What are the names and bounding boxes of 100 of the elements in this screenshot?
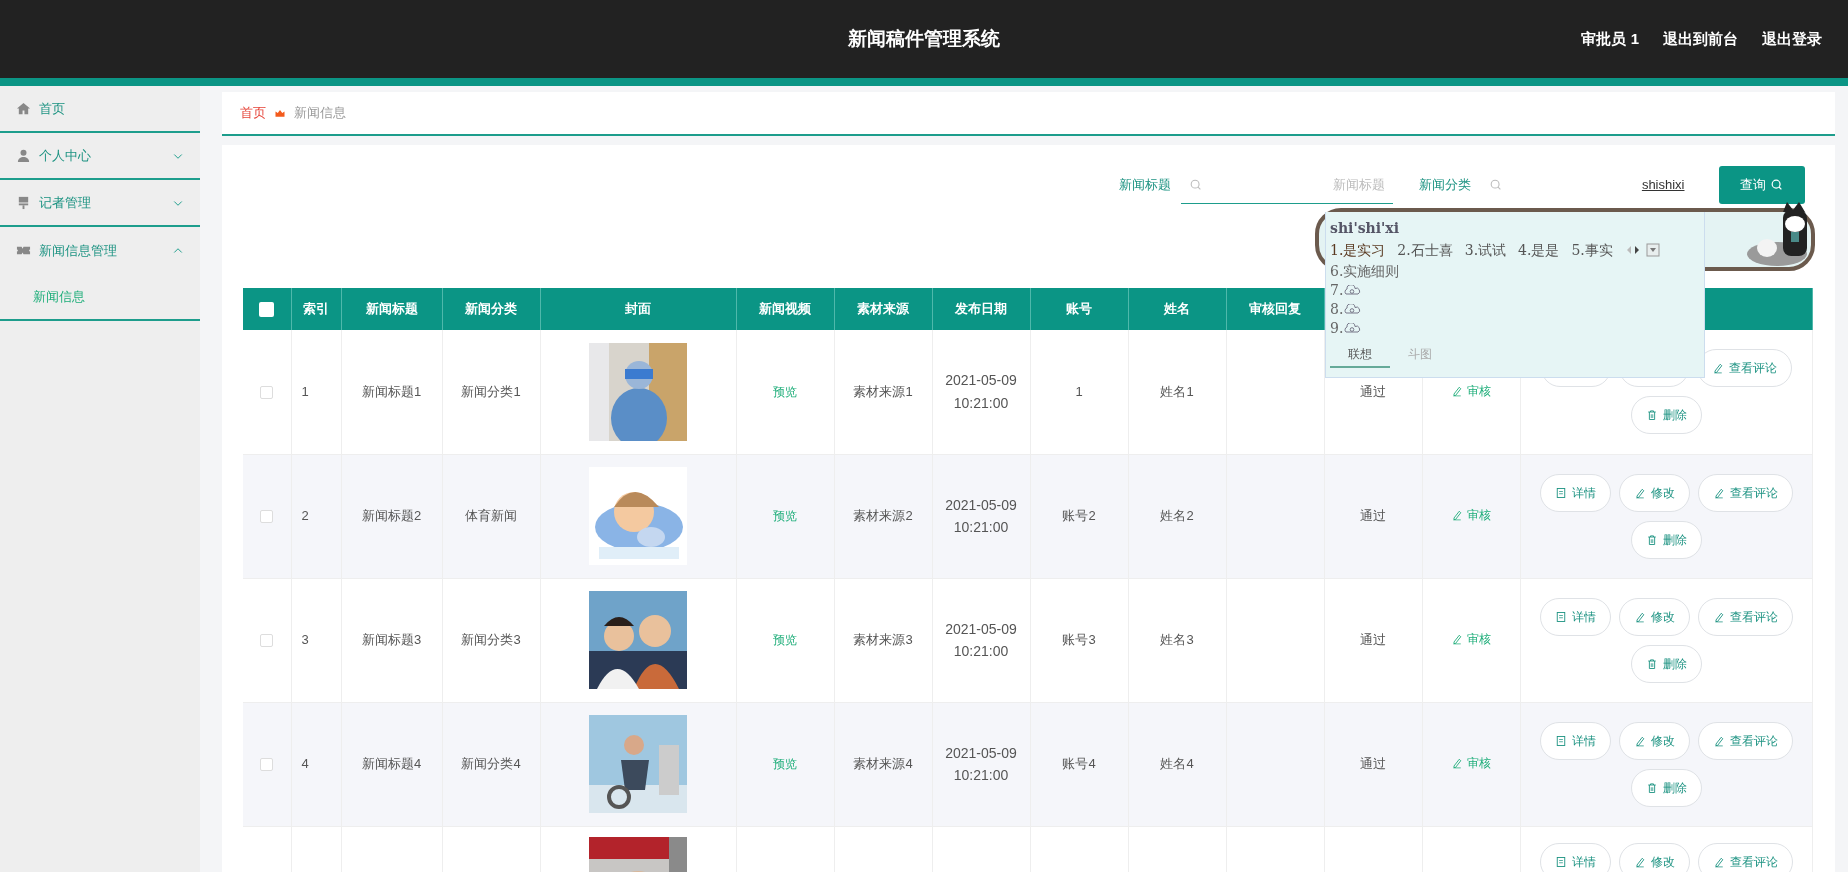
- document-icon: [1554, 610, 1567, 623]
- sidebar-item[interactable]: 个人中心: [0, 133, 200, 180]
- breadcrumb-current: 新闻信息: [294, 104, 346, 123]
- pencil-icon: [1633, 486, 1646, 499]
- table-cell: 姓名1: [1160, 384, 1194, 399]
- table-cell: 3: [301, 632, 309, 648]
- document-icon: [1554, 734, 1567, 747]
- action-button[interactable]: 删除: [1630, 644, 1702, 683]
- sidebar-item[interactable]: 新闻信息管理: [0, 227, 200, 274]
- table-cell: 新闻分类1: [461, 384, 521, 399]
- action-button[interactable]: 详情: [1539, 473, 1611, 512]
- table-cell: 账号2: [1062, 508, 1096, 524]
- trash-icon: [1645, 409, 1658, 422]
- action-button[interactable]: 详情: [1539, 597, 1611, 636]
- row-checkbox[interactable]: [260, 510, 274, 524]
- action-button[interactable]: 修改: [1618, 597, 1690, 636]
- table-cell: 新闻分类3: [461, 632, 521, 648]
- search-label: 新闻标题: [1118, 176, 1171, 195]
- cloud-icon: [1343, 322, 1362, 335]
- column-header: 新闻分类: [465, 301, 517, 317]
- row-checkbox[interactable]: [260, 386, 274, 400]
- column-header: 发布日期: [955, 301, 1007, 317]
- table-cell: 素材来源3: [853, 632, 913, 648]
- preview-link[interactable]: 预览: [773, 757, 797, 772]
- ime-candidate[interactable]: 4.是是: [1518, 239, 1560, 261]
- action-button[interactable]: 删除: [1630, 520, 1702, 559]
- table-cell: 2021-05-09 10:21:00: [945, 620, 1017, 659]
- audit-link[interactable]: 审核: [1451, 753, 1491, 772]
- pencil-icon: [1711, 362, 1724, 375]
- action-button[interactable]: 详情: [1539, 721, 1611, 760]
- table-cell: 姓名2: [1160, 508, 1194, 524]
- audit-link[interactable]: 审核: [1451, 629, 1491, 648]
- action-button[interactable]: 删除: [1630, 396, 1702, 435]
- pencil-icon: [1712, 855, 1725, 868]
- ime-tab[interactable]: 斗图: [1390, 345, 1450, 368]
- ime-candidate[interactable]: 2.石士喜: [1397, 239, 1453, 261]
- column-header: 素材来源: [857, 301, 909, 317]
- audit-link[interactable]: 审核: [1451, 381, 1491, 400]
- table-cell: 通过: [1360, 632, 1386, 648]
- action-button[interactable]: 查看评论: [1697, 597, 1793, 636]
- preview-link[interactable]: 预览: [773, 385, 797, 399]
- app-title: 新闻稿件管理系统: [848, 26, 1000, 51]
- row-checkbox[interactable]: [260, 758, 274, 772]
- ime-composition: shi'shi'xi: [1330, 219, 1400, 238]
- ime-candidate-number: 8.: [1330, 300, 1344, 319]
- search-button[interactable]: 查询: [1718, 166, 1805, 204]
- table-cell: 1: [1075, 384, 1083, 399]
- pencil-icon: [1451, 508, 1463, 521]
- table-cell: 姓名3: [1160, 632, 1194, 648]
- ime-candidate[interactable]: 1.是实习: [1330, 239, 1386, 261]
- ime-candidate[interactable]: 6.实施细则: [1330, 262, 1700, 281]
- column-header: 索引: [303, 301, 329, 317]
- ime-tab[interactable]: 联想: [1330, 345, 1390, 368]
- table-cell: 账号4: [1062, 756, 1096, 772]
- pencil-icon: [1712, 734, 1725, 747]
- table-cell: 账号3: [1062, 632, 1096, 648]
- preview-link[interactable]: 预览: [773, 633, 797, 648]
- pencil-icon: [1633, 734, 1646, 747]
- pencil-icon: [1633, 855, 1646, 868]
- column-header: 账号: [1066, 301, 1092, 317]
- action-button[interactable]: 修改: [1618, 842, 1690, 872]
- row-checkbox[interactable]: [260, 634, 274, 648]
- select-all-checkbox[interactable]: [259, 302, 275, 318]
- action-button[interactable]: 删除: [1630, 768, 1702, 807]
- action-button[interactable]: 查看评论: [1697, 842, 1793, 872]
- table-cell: 1: [301, 384, 309, 399]
- search-field[interactable]: shishixi: [1480, 166, 1693, 204]
- column-header: 新闻视频: [759, 301, 811, 317]
- ime-candidate[interactable]: 5.事实: [1571, 239, 1613, 261]
- header-link[interactable]: 退出到前台: [1663, 27, 1738, 51]
- cloud-icon: [1343, 284, 1362, 297]
- breadcrumb-link[interactable]: 首页: [240, 103, 266, 123]
- action-button[interactable]: 查看评论: [1697, 473, 1793, 512]
- header-link[interactable]: 退出登录: [1762, 27, 1822, 51]
- table-cell: 素材来源4: [853, 756, 913, 772]
- audit-link[interactable]: 审核: [1451, 505, 1491, 524]
- preview-link[interactable]: 预览: [773, 509, 797, 524]
- table-cell: 姓名4: [1160, 756, 1194, 772]
- action-button[interactable]: 修改: [1618, 473, 1690, 512]
- sidebar-item[interactable]: 首页: [0, 86, 200, 133]
- search-icon: [1488, 178, 1503, 192]
- sidebar-item[interactable]: 记者管理: [0, 180, 200, 227]
- action-button[interactable]: 修改: [1618, 721, 1690, 760]
- search-field[interactable]: 新闻标题: [1180, 166, 1393, 204]
- table-cell: 2: [301, 508, 309, 524]
- table-cell: 2021-05-09 10:21:00: [945, 372, 1017, 411]
- table-cell: 素材来源1: [853, 384, 913, 399]
- document-icon: [1554, 486, 1567, 499]
- ime-candidate-number: 9.: [1330, 319, 1344, 338]
- action-button[interactable]: 查看评论: [1697, 721, 1793, 760]
- sidebar-subitem[interactable]: 新闻信息: [0, 274, 200, 321]
- table-cell: 2021-05-09 10:21:00: [945, 744, 1017, 783]
- ime-candidate[interactable]: 3.试试: [1464, 239, 1507, 261]
- action-button[interactable]: 详情: [1539, 842, 1611, 872]
- column-header: 封面: [625, 301, 651, 317]
- header-link[interactable]: 审批员 1: [1581, 27, 1639, 51]
- table-cell: 体育新闻: [465, 508, 517, 524]
- brush-icon: [16, 195, 31, 210]
- table-cell: 通过: [1360, 384, 1386, 399]
- pencil-icon: [1712, 486, 1725, 499]
